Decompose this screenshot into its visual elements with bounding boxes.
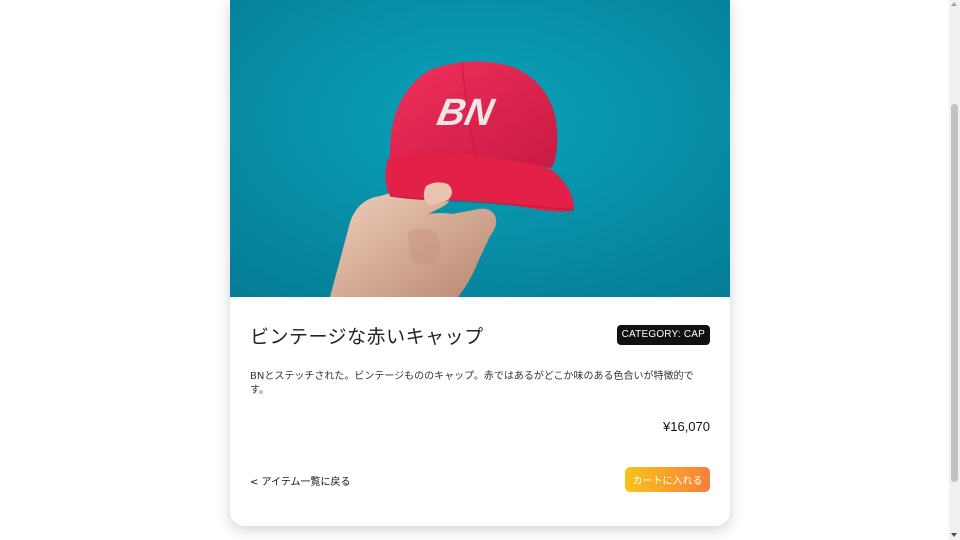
back-to-list-link[interactable]: < アイテム一覧に戻る: [250, 473, 351, 488]
scroll-down-arrow-icon[interactable]: [951, 533, 957, 537]
product-title: ビンテージな赤いキャップ: [250, 326, 484, 348]
product-photo: BN: [230, 0, 730, 297]
category-badge: CATEGORY: CAP: [616, 325, 710, 345]
product-detail-page: BN ビンテージな赤いキャップ CATEGORY: CAP BNとステッチされた…: [0, 0, 960, 540]
scroll-thumb[interactable]: [951, 104, 958, 482]
product-description: BNとステッチされた。ビンテージもののキャップ。赤ではあるがどこか味のある色合い…: [250, 371, 694, 396]
product-card: BN ビンテージな赤いキャップ CATEGORY: CAP BNとステッチされた…: [230, 0, 730, 526]
product-image: BN: [230, 0, 730, 297]
scroll-up-arrow-icon[interactable]: [951, 2, 957, 6]
add-to-cart-button[interactable]: カートに入れる: [625, 467, 710, 492]
cap-logo: BN: [434, 91, 499, 134]
vertical-scrollbar[interactable]: [949, 0, 960, 540]
product-price: ¥16,070: [663, 419, 710, 434]
